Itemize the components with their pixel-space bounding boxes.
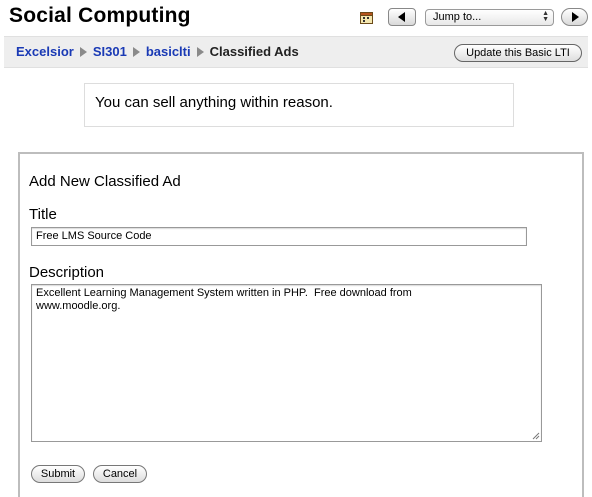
title-label: Title — [29, 206, 57, 223]
jump-to-selected: Jump to... — [433, 11, 482, 23]
calendar-icon[interactable] — [360, 11, 373, 24]
intro-box: You can sell anything within reason. — [84, 83, 514, 127]
breadcrumb-separator-icon — [196, 46, 204, 57]
form-heading: Add New Classified Ad — [29, 173, 181, 190]
intro-text: You can sell anything within reason. — [95, 94, 333, 111]
breadcrumb-excelsior[interactable]: Excelsior — [16, 44, 74, 59]
navbar: Excelsior SI301 basiclti Classified Ads … — [4, 36, 588, 68]
resize-grip-icon[interactable] — [532, 432, 540, 440]
jump-to-select[interactable]: Jump to... ▲ ▼ — [425, 9, 554, 26]
next-activity-button[interactable] — [561, 8, 588, 26]
breadcrumb-separator-icon — [79, 46, 87, 57]
site-title[interactable]: Social Computing — [9, 4, 191, 28]
prev-arrow-icon — [398, 12, 405, 22]
page-header: Social Computing Jump to... ▲ ▼ — [0, 0, 592, 36]
add-ad-form: Add New Classified Ad Title Free LMS Sou… — [18, 152, 584, 497]
cancel-button[interactable]: Cancel — [93, 465, 147, 483]
breadcrumb-si301[interactable]: SI301 — [93, 44, 127, 59]
title-input[interactable]: Free LMS Source Code — [31, 227, 527, 246]
breadcrumb: Excelsior SI301 basiclti Classified Ads — [16, 44, 299, 59]
prev-activity-button[interactable] — [388, 8, 416, 26]
breadcrumb-basiclti[interactable]: basiclti — [146, 44, 191, 59]
update-basic-lti-button[interactable]: Update this Basic LTI — [454, 44, 582, 62]
next-arrow-icon — [571, 12, 579, 22]
submit-button[interactable]: Submit — [31, 465, 85, 483]
breadcrumb-current: Classified Ads — [209, 44, 299, 59]
select-updown-icon: ▲ ▼ — [542, 10, 549, 23]
breadcrumb-separator-icon — [132, 46, 140, 57]
description-label: Description — [29, 264, 105, 281]
description-textarea[interactable]: Excellent Learning Management System wri… — [31, 284, 542, 442]
